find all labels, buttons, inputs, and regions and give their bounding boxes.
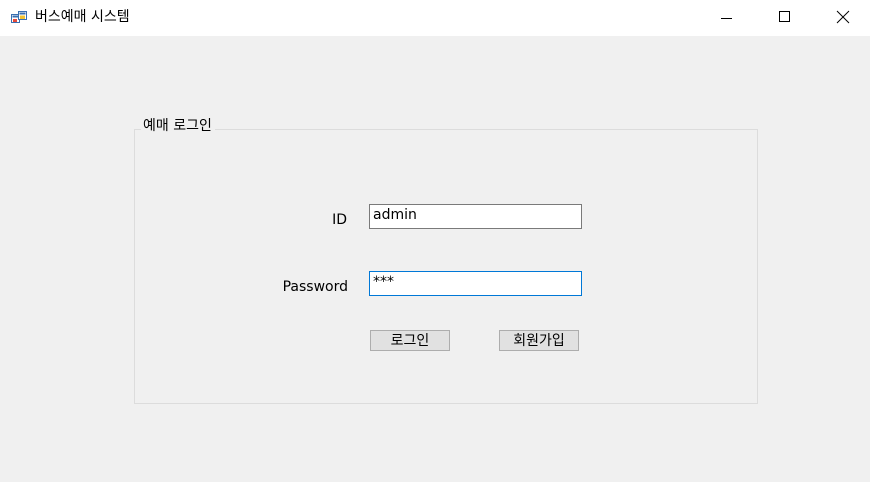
id-label: ID [332, 212, 347, 228]
maximize-icon [779, 11, 790, 22]
title-bar[interactable]: 버스예매 시스템 [0, 0, 870, 36]
windows-form-icon [11, 10, 27, 26]
password-label: Password [282, 279, 348, 295]
client-area: 예매 로그인 ID admin Password *** 로그인 회원가입 [0, 36, 870, 482]
minimize-button[interactable] [697, 0, 755, 36]
close-icon [836, 10, 850, 24]
login-groupbox [134, 129, 758, 404]
id-input[interactable]: admin [369, 204, 582, 229]
maximize-button[interactable] [755, 0, 813, 36]
login-button[interactable]: 로그인 [370, 330, 450, 351]
signup-button[interactable]: 회원가입 [499, 330, 579, 351]
window-title: 버스예매 시스템 [35, 9, 130, 25]
password-input[interactable]: *** [369, 271, 582, 296]
app-window: 버스예매 시스템 예매 로그인 ID admin Password *** 로그… [0, 0, 870, 482]
groupbox-title: 예매 로그인 [141, 117, 215, 135]
minimize-icon [721, 18, 732, 19]
close-button[interactable] [813, 0, 870, 36]
